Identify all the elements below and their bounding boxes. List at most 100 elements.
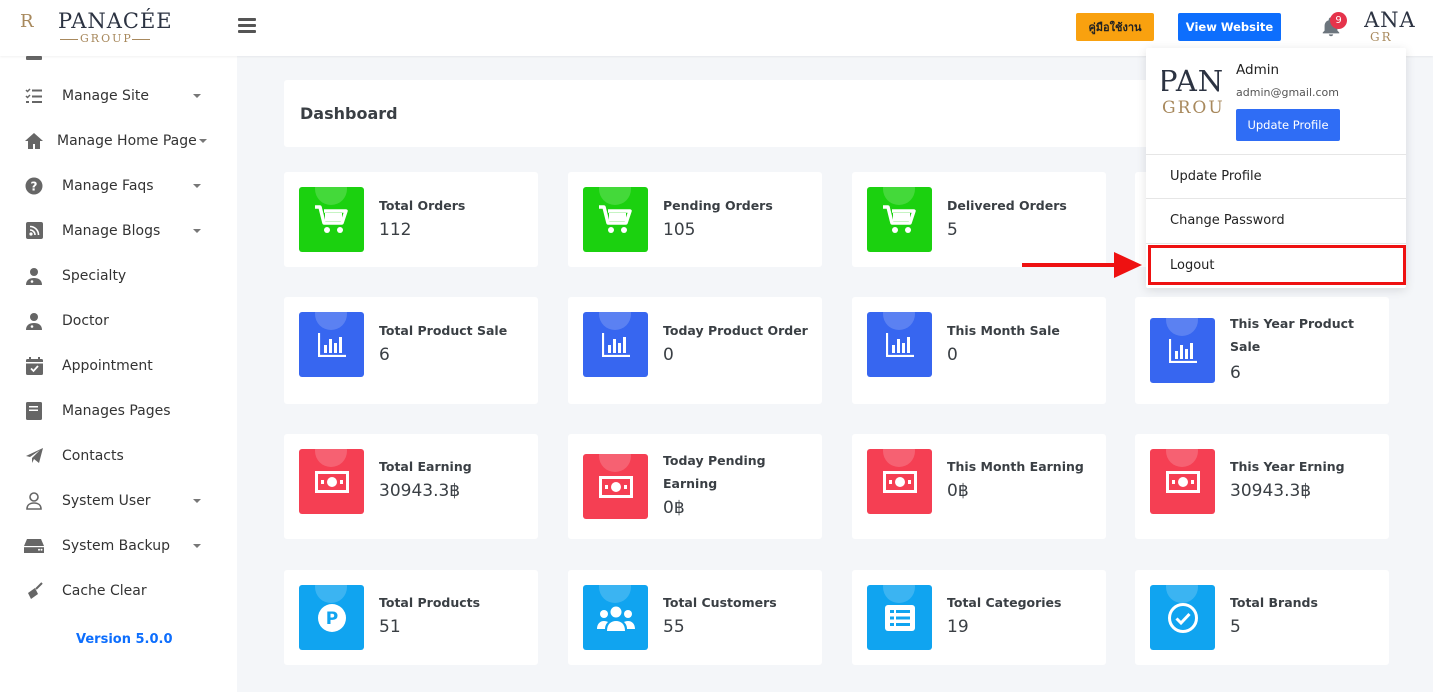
sidebar-item-system-backup[interactable]: System Backup	[0, 523, 237, 568]
sidebar-item-cache-clear[interactable]: Cache Clear	[0, 568, 237, 613]
update-profile-button[interactable]: Update Profile	[1236, 109, 1340, 141]
sidebar-item-manages-pages[interactable]: Manages Pages	[0, 388, 237, 433]
sidebar-item-label: Manage Home Page	[57, 132, 197, 149]
stat-card-total-products[interactable]: P Total Products 51	[284, 570, 538, 665]
stat-value: 0฿	[663, 498, 685, 518]
stat-value: 51	[379, 617, 401, 637]
caret-down-icon	[193, 93, 201, 98]
caret-down-icon	[193, 228, 201, 233]
stat-card-total-brands[interactable]: Total Brands 5	[1135, 570, 1389, 665]
chart-bar-icon	[1150, 318, 1215, 383]
manual-button[interactable]: คู่มือใช้งาน	[1076, 13, 1154, 41]
stat-value: 105	[663, 220, 696, 240]
menu-toggle-icon[interactable]	[238, 18, 256, 34]
brand-wordmark: PANACÉE	[58, 9, 173, 33]
stat-card-today-product-order[interactable]: Today Product Order 0	[568, 297, 822, 404]
sidebar-item-manage-faqs[interactable]: ? Manage Faqs	[0, 163, 237, 208]
stat-card-pending-orders[interactable]: Pending Orders 105	[568, 172, 822, 267]
stat-value: 30943.3฿	[379, 481, 461, 501]
sidebar-scrolled-icon	[26, 56, 42, 60]
parking-icon: P	[299, 585, 364, 650]
stat-value: 0	[663, 345, 674, 365]
sidebar-item-system-user[interactable]: System User	[0, 478, 237, 523]
stat-value: 19	[947, 617, 969, 637]
caret-down-icon	[193, 543, 201, 548]
stat-value: 5	[947, 220, 958, 240]
brand-monogram: R	[20, 11, 34, 32]
sidebar-item-contacts[interactable]: Contacts	[0, 433, 237, 478]
calendar-check-icon	[24, 356, 44, 376]
stat-label: Delivered Orders	[947, 198, 1067, 213]
dropdown-logo-group: GROU	[1162, 98, 1222, 118]
stat-value: 55	[663, 617, 685, 637]
question-circle-icon: ?	[24, 176, 44, 196]
avatar-group: GR	[1370, 30, 1393, 44]
avatar-wordmark: ANA	[1364, 8, 1416, 32]
stat-value: 30943.3฿	[1230, 481, 1312, 501]
stat-card-this-year-erning[interactable]: This Year Erning 30943.3฿	[1135, 434, 1389, 539]
notification-badge: 9	[1330, 12, 1347, 29]
sidebar-item-label: Appointment	[62, 357, 153, 374]
stat-label: Total Brands	[1230, 595, 1318, 610]
stat-card-this-year-product-sale[interactable]: This Year Product Sale 6	[1135, 297, 1389, 404]
money-bill-icon	[1150, 449, 1215, 514]
sidebar-item-manage-blogs[interactable]: Manage Blogs	[0, 208, 237, 253]
menu-item-change-password[interactable]: Change Password	[1146, 198, 1406, 242]
cart-icon	[583, 187, 648, 252]
stat-card-today-pending-earning[interactable]: Today Pending Earning 0฿	[568, 434, 822, 539]
brand-logo[interactable]: R PANACÉE GROUP	[20, 9, 172, 47]
check-circle-icon	[1150, 585, 1215, 650]
home-icon	[24, 131, 44, 151]
stat-card-this-month-earning[interactable]: This Month Earning 0฿	[852, 434, 1106, 539]
menu-item-logout[interactable]: Logout	[1146, 243, 1406, 287]
profile-dropdown: PANA GROU Admin admin@gmail.com Update P…	[1146, 48, 1406, 288]
stat-value: 5	[1230, 617, 1241, 637]
sidebar-item-specialty[interactable]: Specialty	[0, 253, 237, 298]
stat-label: Total Earning	[379, 459, 472, 474]
dropdown-logo: PANA GROU	[1162, 64, 1222, 124]
sidebar-item-label: Specialty	[62, 267, 127, 284]
cart-icon	[867, 187, 932, 252]
money-bill-icon	[583, 454, 648, 519]
stat-value: 112	[379, 220, 412, 240]
sidebar-item-label: System User	[62, 492, 151, 509]
profile-email: admin@gmail.com	[1236, 86, 1340, 99]
sidebar-item-manage-site[interactable]: Manage Site	[0, 73, 237, 118]
stat-card-total-product-sale[interactable]: Total Product Sale 6	[284, 297, 538, 404]
chart-bar-icon	[867, 312, 932, 377]
stat-card-total-categories[interactable]: Total Categories 19	[852, 570, 1106, 665]
stat-value: 0	[947, 345, 958, 365]
svg-text:P: P	[325, 609, 337, 629]
sidebar-item-label: Manage Site	[62, 87, 149, 104]
user-doctor-icon	[24, 311, 44, 331]
stat-card-total-orders[interactable]: Total Orders 112	[284, 172, 538, 267]
menu-item-update-profile[interactable]: Update Profile	[1146, 154, 1406, 198]
user-doctor-icon	[24, 266, 44, 286]
annotation-arrow-icon	[1022, 252, 1142, 278]
dropdown-logo-wordmark: PANA	[1162, 64, 1222, 98]
view-website-button[interactable]: View Website	[1178, 13, 1281, 41]
user-icon	[24, 491, 44, 511]
sidebar-item-label: System Backup	[62, 537, 170, 554]
avatar[interactable]: ANA GR	[1364, 8, 1433, 48]
sidebar-item-doctor[interactable]: Doctor	[0, 298, 237, 343]
sidebar-item-appointment[interactable]: Appointment	[0, 343, 237, 388]
sidebar-item-label: Manage Faqs	[62, 177, 154, 194]
sidebar-item-label: Contacts	[62, 447, 124, 464]
sidebar: Manage Site Manage Home Page ? Manage Fa…	[0, 56, 237, 692]
stat-value: 0฿	[947, 481, 969, 501]
stat-label: Total Categories	[947, 595, 1062, 610]
chart-bar-icon	[583, 312, 648, 377]
checklist-icon	[24, 86, 44, 106]
stat-card-total-earning[interactable]: Total Earning 30943.3฿	[284, 434, 538, 539]
stat-card-this-month-sale[interactable]: This Month Sale 0	[852, 297, 1106, 404]
stat-card-total-customers[interactable]: Total Customers 55	[568, 570, 822, 665]
hdd-icon	[24, 536, 44, 556]
sidebar-item-manage-home-page[interactable]: Manage Home Page	[0, 118, 237, 163]
stat-label: Total Customers	[663, 595, 777, 610]
caret-down-icon	[193, 498, 201, 503]
rss-icon	[24, 221, 44, 241]
sidebar-item-label: Doctor	[62, 312, 109, 329]
users-icon	[583, 585, 648, 650]
broom-icon	[24, 581, 44, 601]
